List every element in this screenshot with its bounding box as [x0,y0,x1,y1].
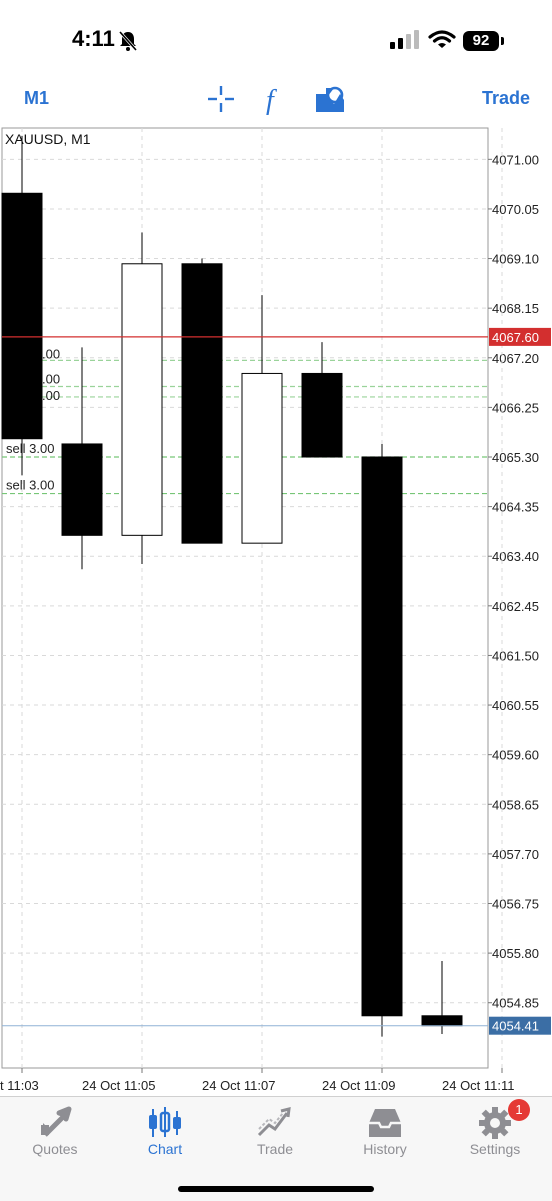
candle-body [1,192,43,440]
candle-body [361,456,403,1017]
y-tick-label: 4068.15 [492,301,539,316]
tab-quotes[interactable]: Quotes [0,1097,110,1167]
y-tick-label: 4061.50 [492,648,539,663]
battery-indicator: 92 [463,31,499,51]
cellular-signal-icon [390,30,420,55]
order-label-partial: .00 [42,388,60,403]
y-tick-label: 4059.60 [492,748,539,763]
y-tick-label: 4063.40 [492,549,539,564]
candlestick-chart[interactable]: 4071.00 4070.05 4069.10 4068.15 4067.20 4066.… [0,126,552,1096]
candle-body [61,443,103,536]
candle-body [421,1015,463,1027]
plot-area [1,127,489,1069]
y-tick-label: 4069.10 [492,252,539,267]
history-icon [365,1105,405,1141]
tab-label: Quotes [32,1141,78,1157]
current-price-label: 4067.60 [492,330,539,345]
y-tick-label: 4056.75 [492,897,539,912]
y-tick-label: 4066.25 [492,400,539,415]
y-tick-label: 4067.20 [492,351,539,366]
tab-settings[interactable]: 1 Settings [440,1097,550,1167]
candle-body [181,263,223,544]
x-tick-label: 24 Oct 11:05 [82,1078,155,1093]
y-tick-label: 4057.70 [492,847,539,862]
trade-icon [255,1105,295,1141]
battery-tip [501,37,504,45]
chart-symbol-label: XAUUSD, M1 [5,131,91,147]
tab-label: Trade [256,1141,294,1157]
crosshair-icon[interactable] [206,82,236,123]
y-tick-label: 4071.00 [492,152,539,167]
candle-body [301,372,343,458]
y-tick-label: 4054.85 [492,996,539,1011]
x-tick-label: 24 Oct 11:11 [442,1078,515,1093]
order-label-partial: .00 [42,346,60,361]
home-indicator [178,1186,374,1192]
chart-icon [145,1105,185,1141]
candle-body [241,372,283,544]
y-tick-label: 4058.65 [492,797,539,812]
chart-toolbar: M1 f Trade [0,80,552,126]
indicators-function-icon[interactable]: f [262,82,290,123]
candle-body [121,263,163,536]
y-tick-label: 4060.55 [492,698,539,713]
tab-chart[interactable]: Chart [110,1097,220,1167]
objects-shapes-icon[interactable] [314,82,346,123]
trade-button[interactable]: Trade [482,88,530,109]
notification-badge: 1 [508,1099,530,1121]
tab-label: Chart [147,1141,183,1157]
quotes-icon [35,1105,75,1141]
y-tick-label: 4062.45 [492,599,539,614]
wifi-icon [428,30,456,55]
last-price-label: 4054.41 [492,1019,539,1034]
x-tick-label: t 11:03 [0,1078,39,1093]
y-tick-label: 4055.80 [492,946,539,961]
timeframe-button[interactable]: M1 [24,88,49,109]
tab-label: Settings [469,1141,521,1157]
y-tick-label: 4070.05 [492,202,539,217]
status-bar: 4:11 92 [0,0,552,80]
order-label-partial: .00 [42,372,60,387]
x-tick-label: 24 Oct 11:09 [322,1078,395,1093]
status-time: 4:11 [72,26,115,51]
tab-label: History [363,1141,407,1157]
silent-bell-icon [118,30,138,57]
x-tick-label: 24 Oct 11:07 [202,1078,275,1093]
svg-text:f: f [266,85,277,116]
tab-trade[interactable]: Trade [220,1097,330,1167]
y-tick-label: 4065.30 [492,450,539,465]
sell-order-label: sell 3.00 [6,441,54,456]
tab-history[interactable]: History [330,1097,440,1167]
y-tick-label: 4064.35 [492,500,539,515]
sell-order-label: sell 3.00 [6,478,54,493]
chart-canvas[interactable]: 4071.00 4070.05 4069.10 4068.15 4067.20 4066.… [0,126,552,1096]
